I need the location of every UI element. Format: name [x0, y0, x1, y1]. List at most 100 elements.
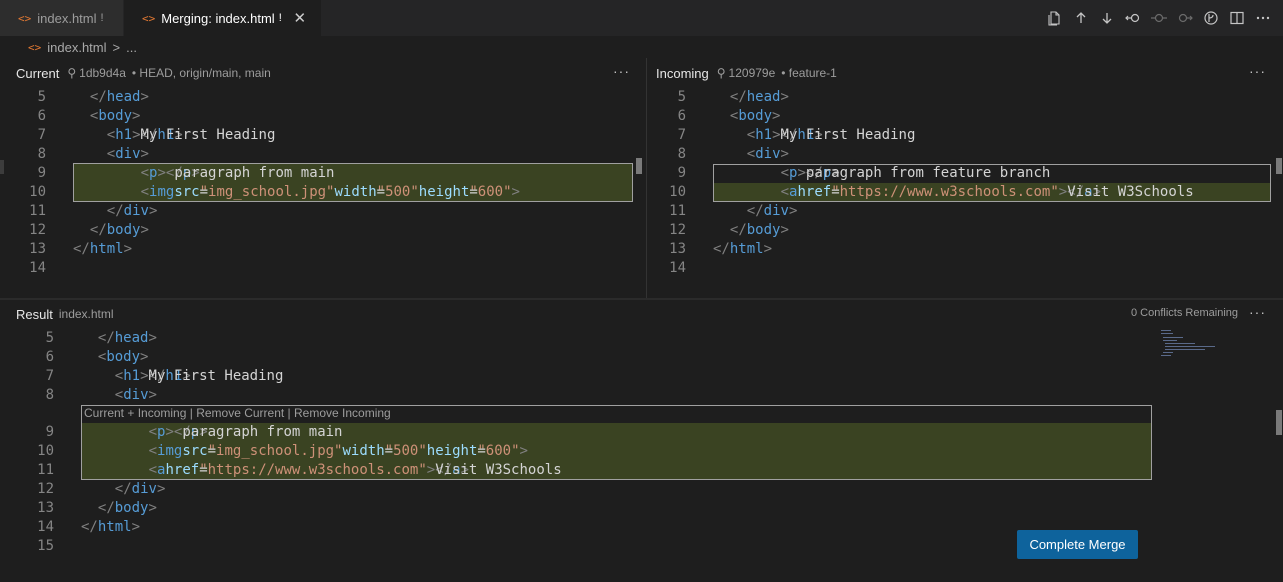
- line-number: 10: [29, 184, 46, 200]
- code-token: >: [780, 222, 789, 238]
- incoming-editor[interactable]: 5 </head> 6 <body> 7 <h1> My First Heading </h1…: [640, 88, 1280, 288]
- code-token: h1: [123, 368, 141, 384]
- code-line: 12 </div>: [8, 480, 1148, 499]
- code-token: html: [89, 241, 124, 257]
- code-line: 9 <p> paragraph from main </p>: [0, 164, 640, 183]
- code-token: body: [746, 222, 781, 238]
- code-token: img: [157, 443, 183, 459]
- code-token: >: [131, 519, 141, 535]
- code-text: </html>: [713, 240, 772, 259]
- open-file-icon[interactable]: [1043, 6, 1067, 30]
- code-token: >: [763, 241, 773, 257]
- code-token: div: [123, 203, 149, 219]
- code-token: =: [831, 184, 840, 200]
- breadcrumb-more[interactable]: ...: [126, 40, 137, 55]
- code-token: html: [97, 519, 132, 535]
- line-number: 13: [29, 241, 46, 257]
- accept-incoming-icon[interactable]: [1173, 6, 1197, 30]
- minimap[interactable]: [1155, 328, 1235, 368]
- code-line: 15: [8, 537, 1148, 556]
- code-token: =: [384, 443, 394, 459]
- code-token: >: [140, 146, 149, 162]
- arrow-up-icon[interactable]: [1069, 6, 1093, 30]
- breadcrumb-separator: >: [112, 39, 121, 55]
- code-token: >: [780, 146, 789, 162]
- incoming-scrollbar[interactable]: [1276, 158, 1282, 174]
- code-text: </html>: [73, 240, 132, 259]
- accept-current-icon[interactable]: [1121, 6, 1145, 30]
- result-file: index.html: [58, 307, 114, 321]
- code-text: <p> paragraph from main </p>: [141, 164, 335, 183]
- code-line: 6 <body>: [640, 107, 1280, 126]
- code-text: </head>: [98, 329, 157, 348]
- code-token: >: [772, 108, 781, 124]
- line-number: 9: [677, 165, 686, 181]
- code-token: div: [123, 387, 149, 403]
- code-token: </: [114, 481, 132, 497]
- breadcrumb-file[interactable]: index.html: [47, 40, 106, 55]
- code-token: div: [755, 146, 781, 162]
- result-editor[interactable]: 5 </head> 6 <body> 7 <h1> My First Heading </h1…: [8, 329, 1148, 559]
- line-number: 6: [677, 108, 686, 124]
- code-token: <: [780, 165, 790, 181]
- code-token: h1: [115, 127, 133, 143]
- code-token: >: [140, 89, 149, 105]
- code-token: My First Heading: [140, 127, 276, 143]
- current-pane-header: Current ⚲ 1db9d4a • HEAD, origin/main, m…: [16, 59, 642, 87]
- code-token: >: [140, 368, 149, 384]
- code-line: 9 <p> paragraph from main </p>: [8, 423, 1148, 442]
- code-text: <img src = "img_school.jpg" width = "500" he…: [149, 442, 528, 461]
- result-scrollbar[interactable]: [1276, 410, 1282, 435]
- line-number: 13: [669, 241, 686, 257]
- code-token: =: [477, 443, 486, 459]
- code-text: <div>: [107, 145, 149, 164]
- incoming-refs: • feature-1: [781, 66, 837, 80]
- code-line: 13 </html>: [0, 240, 640, 259]
- code-token: <: [106, 127, 116, 143]
- more-actions-icon[interactable]: [1251, 6, 1275, 30]
- line-number: 15: [37, 538, 54, 554]
- close-icon[interactable]: ✕: [292, 9, 308, 27]
- line-number: 12: [37, 481, 54, 497]
- current-editor[interactable]: 5 </head> 6 <body> 7 <h1> My First Heading </h1…: [0, 88, 640, 288]
- code-token: head: [106, 89, 141, 105]
- code-line: 6 <body>: [8, 348, 1148, 367]
- code-token: </: [73, 241, 90, 257]
- code-text: </head>: [730, 88, 789, 107]
- code-token: >: [140, 349, 149, 365]
- tab-merging-index-html[interactable]: <> Merging: index.html ! ✕: [124, 0, 322, 36]
- accept-both-icon[interactable]: [1147, 6, 1171, 30]
- line-number: 13: [37, 500, 54, 516]
- line-number: 7: [45, 368, 54, 384]
- code-token: "https://www.w3schools.com": [831, 184, 1059, 200]
- code-token: <: [140, 184, 150, 200]
- line-number: 5: [677, 89, 686, 105]
- line-number: 5: [45, 330, 54, 346]
- line-number: 11: [669, 203, 686, 219]
- complete-merge-button[interactable]: Complete Merge: [1017, 530, 1138, 559]
- arrow-down-icon[interactable]: [1095, 6, 1119, 30]
- code-text: <body>: [98, 348, 149, 367]
- code-line: 12 </body>: [640, 221, 1280, 240]
- code-token: >: [788, 203, 798, 219]
- result-pane-header: Result index.html 0 Conflicts Remaining …: [16, 300, 1278, 328]
- code-line: 13 </html>: [640, 240, 1280, 259]
- split-editor-icon[interactable]: [1225, 6, 1249, 30]
- more-actions-icon[interactable]: ···: [613, 63, 630, 79]
- line-number: 7: [37, 127, 46, 143]
- source-control-icon[interactable]: [1199, 6, 1223, 30]
- code-text: </div>: [107, 202, 158, 221]
- code-line: 6 <body>: [0, 107, 640, 126]
- code-token: "https://www.w3schools.com": [199, 462, 427, 478]
- tab-index-html[interactable]: <> index.html !: [0, 0, 124, 36]
- code-text: <div>: [115, 386, 157, 405]
- more-actions-icon[interactable]: ···: [1249, 63, 1266, 79]
- code-token: My First Heading: [780, 127, 916, 143]
- code-token: body: [106, 349, 141, 365]
- more-actions-icon[interactable]: ···: [1249, 304, 1266, 320]
- code-line: 12 </body>: [0, 221, 640, 240]
- code-line: 11 </div>: [640, 202, 1280, 221]
